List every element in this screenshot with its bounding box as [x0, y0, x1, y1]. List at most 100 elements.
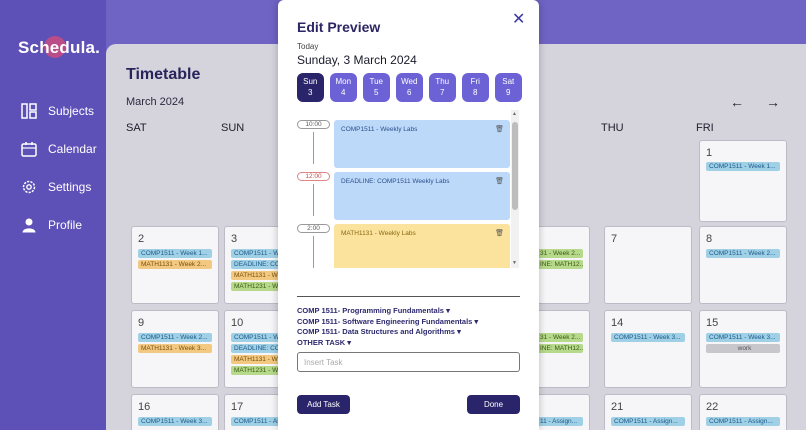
event-chip[interactable]: work — [706, 344, 780, 353]
sidebar-item-label: Subjects — [48, 104, 95, 118]
caret-down-icon: ▾ — [457, 327, 461, 336]
calendar-cell[interactable]: 15 COMP1511 - Week 3... work — [699, 310, 787, 388]
sidebar-item-profile[interactable]: Profile — [20, 216, 82, 234]
timeline-line — [313, 236, 314, 268]
day-number: 9 — [138, 317, 145, 329]
insert-task-input[interactable] — [297, 352, 520, 372]
day-number: 1 — [706, 147, 713, 159]
calendar-cell[interactable]: 7 — [604, 226, 692, 304]
day-number: 8 — [706, 233, 713, 245]
trash-icon[interactable]: 🗑 — [495, 229, 504, 237]
day-number: 16 — [138, 401, 151, 413]
close-icon[interactable]: ✕ — [512, 9, 525, 29]
edit-preview-modal: Edit Preview ✕ Today Sunday, 3 March 202… — [278, 0, 539, 430]
calendar-cell[interactable]: 16 COMP1511 - Week 3... — [131, 394, 219, 430]
gear-icon — [20, 178, 38, 196]
timeline-line — [313, 184, 314, 216]
calendar-cell[interactable]: 14 COMP1511 - Week 3... — [604, 310, 692, 388]
day-button-fri[interactable]: Fri 8 — [462, 73, 489, 102]
event-chip[interactable]: 31 - Week 2... — [537, 249, 583, 258]
calendar-cell[interactable]: 1 COMP1511 - Week 1... — [699, 140, 787, 222]
selected-date: Sunday, 3 March 2024 — [297, 53, 417, 67]
event-chip[interactable]: COMP1511 - Week 1... — [138, 249, 212, 258]
day-schedule[interactable]: 10:00 12:00 2:00 COMP1511 - Weekly Labs … — [297, 110, 520, 268]
timeline-line — [313, 132, 314, 164]
sidebar-item-label: Calendar — [48, 142, 97, 156]
calendar-icon — [20, 140, 38, 158]
scroll-down-icon[interactable]: ▼ — [512, 260, 517, 266]
sidebar-item-label: Profile — [48, 218, 83, 232]
calendar-cell[interactable]: 21 COMP1511 - Assign... — [604, 394, 692, 430]
day-header: FRI — [696, 122, 714, 134]
trash-icon[interactable]: 🗑 — [495, 177, 504, 185]
time-label: 10:00 — [297, 120, 330, 129]
day-button-wed[interactable]: Wed 6 — [396, 73, 423, 102]
day-header: SAT — [126, 122, 147, 134]
today-label: Today — [297, 42, 319, 51]
event-chip[interactable]: 11 - Assign... — [537, 417, 583, 426]
day-number: 3 — [231, 233, 238, 245]
event-chip[interactable]: MATH1131 - Week 2... — [138, 260, 212, 269]
calendar-cell[interactable]: 8 COMP1511 - Week 2... — [699, 226, 787, 304]
calendar-cell[interactable]: 9 COMP1511 - Week 2... MATH1131 - Week 3… — [131, 310, 219, 388]
scroll-thumb[interactable] — [512, 122, 518, 210]
other-task-dropdown[interactable]: OTHER TASK ▾ — [297, 338, 351, 347]
event-chip[interactable]: COMP1511 - Week 3... — [706, 333, 780, 342]
day-selector: Sun 3 Mon 4 Tue 5 Wed 6 Thu 7 Fri 8 Sat 9 — [297, 73, 522, 102]
calendar-cell[interactable]: 22 COMP1511 - Assign... — [699, 394, 787, 430]
day-button-sat[interactable]: Sat 9 — [495, 73, 522, 102]
time-label: 12:00 — [297, 172, 330, 181]
caret-down-icon: ▾ — [347, 338, 352, 347]
day-header: SUN — [221, 122, 245, 134]
day-button-mon[interactable]: Mon 4 — [330, 73, 357, 102]
sidebar-item-subjects[interactable]: Subjects — [20, 102, 94, 120]
event-chip[interactable]: COMP1511 - Assign... — [611, 417, 685, 426]
day-button-thu[interactable]: Thu 7 — [429, 73, 456, 102]
modal-title: Edit Preview — [297, 19, 381, 35]
event-chip[interactable]: COMP1511 - Assign... — [706, 417, 780, 426]
event-chip[interactable]: COMP1511 - Week 3... — [611, 333, 685, 342]
event-chip[interactable]: MATH1131 - Week 3... — [138, 344, 212, 353]
arrow-right-icon[interactable]: → — [766, 94, 780, 110]
day-number: 17 — [231, 401, 244, 413]
event-chip[interactable]: INE: MATH12... — [537, 344, 583, 353]
day-number: 21 — [611, 401, 624, 413]
arrow-left-icon[interactable]: ← — [730, 94, 744, 110]
caret-down-icon: ▾ — [446, 306, 450, 315]
app-logo: Schedula. — [18, 38, 101, 57]
day-number: 10 — [231, 317, 244, 329]
event-chip[interactable]: COMP1511 - Week 2... — [138, 333, 212, 342]
day-number: 7 — [611, 233, 618, 245]
scroll-up-icon[interactable]: ▲ — [512, 111, 517, 117]
event-chip[interactable]: INE: MATH12... — [537, 260, 583, 269]
event-chip[interactable]: COMP1511 - Week 3... — [138, 417, 212, 426]
add-task-button[interactable]: Add Task — [297, 395, 350, 414]
sidebar-item-calendar[interactable]: Calendar — [20, 140, 97, 158]
trash-icon[interactable]: 🗑 — [495, 125, 504, 133]
user-icon — [20, 216, 38, 234]
day-button-tue[interactable]: Tue 5 — [363, 73, 390, 102]
event-chip[interactable]: 31 - Week 2... — [537, 333, 583, 342]
course-dropdown[interactable]: COMP 1511- Data Structures and Algorithm… — [297, 327, 461, 336]
event-label: MATH1131 - Weekly Labs — [341, 230, 416, 237]
scrollbar[interactable]: ▲ ▼ — [511, 110, 519, 268]
day-button-sun[interactable]: Sun 3 — [297, 73, 324, 102]
course-dropdown[interactable]: COMP 1511- Programming Fundamentals ▾ — [297, 306, 450, 315]
sidebar-item-settings[interactable]: Settings — [20, 178, 91, 196]
time-label: 2:00 — [297, 224, 330, 233]
page-title: Timetable — [126, 66, 201, 83]
caret-down-icon: ▾ — [474, 317, 479, 326]
schedule-event[interactable]: MATH1131 - Weekly Labs 🗑 — [334, 224, 510, 268]
course-dropdown[interactable]: COMP 1511- Software Engineering Fundamen… — [297, 317, 478, 326]
day-number: 2 — [138, 233, 145, 245]
month-label: March 2024 — [126, 96, 185, 108]
done-button[interactable]: Done — [467, 395, 520, 414]
event-chip[interactable]: COMP1511 - Week 1... — [706, 162, 780, 171]
schedule-event[interactable]: DEADLINE: COMP1511 Weekly Labs 🗑 — [334, 172, 510, 220]
calendar-cell[interactable]: 2 COMP1511 - Week 1... MATH1131 - Week 2… — [131, 226, 219, 304]
schedule-event[interactable]: COMP1511 - Weekly Labs 🗑 — [334, 120, 510, 168]
event-label: COMP1511 - Weekly Labs — [341, 126, 418, 133]
event-chip[interactable]: COMP1511 - Week 2... — [706, 249, 780, 258]
divider — [297, 296, 520, 297]
sidebar: Schedula. Subjects Calendar Settings Pro… — [0, 0, 106, 430]
